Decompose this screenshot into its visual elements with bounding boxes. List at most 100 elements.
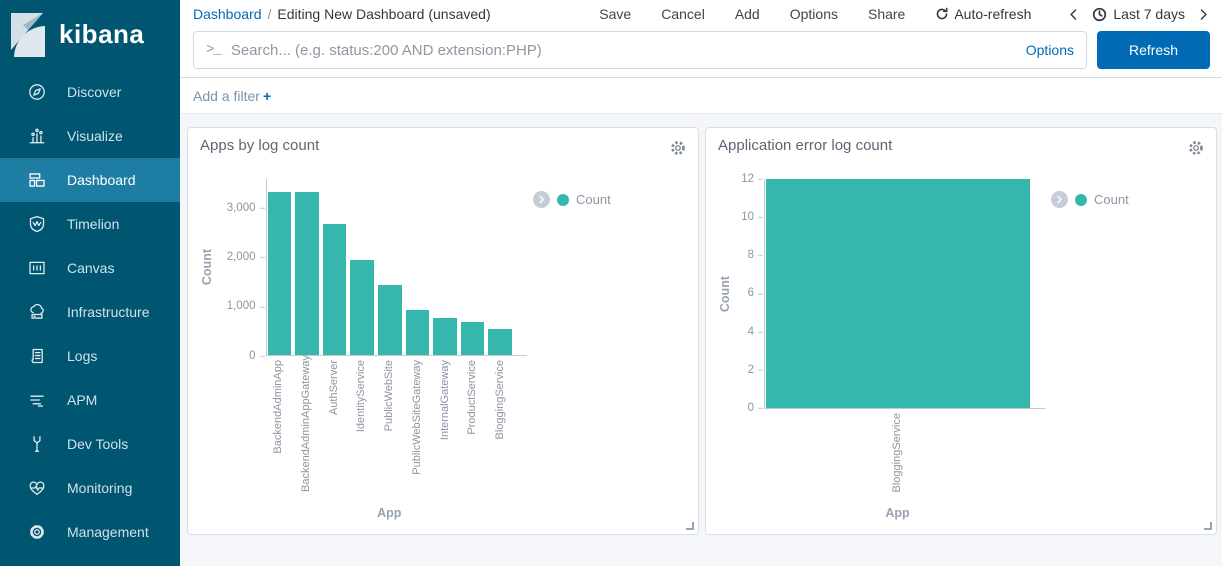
bar-ProductService[interactable] — [461, 322, 485, 355]
menu-item-options[interactable]: Options — [790, 6, 838, 22]
sidebar-item-label: Dashboard — [67, 172, 136, 188]
bar-BloggingService[interactable] — [488, 329, 512, 355]
bar-InternalGateway[interactable] — [433, 318, 457, 355]
bar-AuthServer[interactable] — [323, 224, 347, 355]
time-forward-button[interactable] — [1197, 8, 1210, 21]
panel-gear-icon[interactable] — [669, 139, 687, 157]
sidebar-item-label: Discover — [67, 84, 121, 100]
x-tick-label: PublicWebSiteGateway — [411, 360, 423, 475]
auto-refresh-label: Auto-refresh — [954, 6, 1031, 22]
sidebar-item-label: Logs — [67, 348, 97, 364]
plot-area: Count 024681012 BloggingService App — [718, 179, 1045, 524]
menu-item-add[interactable]: Add — [735, 6, 760, 22]
sidebar-item-canvas[interactable]: Canvas — [0, 246, 180, 290]
y-tick-label: 6 — [748, 288, 754, 300]
panel-gear-icon[interactable] — [1187, 139, 1205, 157]
panel-apps-by-log-count: Apps by log count Count 01,0002,0003,000… — [187, 127, 699, 535]
panel-resize-handle[interactable] — [1204, 522, 1212, 530]
bar-BloggingService[interactable] — [766, 179, 1030, 408]
query-options-link[interactable]: Options — [1026, 42, 1074, 58]
visualization: Count 01,0002,0003,000 BackendAdminAppBa… — [188, 159, 698, 534]
y-tick-label: 10 — [741, 212, 754, 224]
menu-item-share[interactable]: Share — [868, 6, 905, 22]
sidebar-item-visualize[interactable]: Visualize — [0, 114, 180, 158]
infrastructure-cloud-icon — [28, 303, 46, 321]
x-tick-cell: BackendAdminAppGateway — [294, 360, 318, 492]
legend-color-dot — [1075, 194, 1087, 206]
y-tick-label: 4 — [748, 326, 754, 338]
bar-PublicWebSite[interactable] — [378, 285, 402, 355]
panel-resize-handle[interactable] — [686, 522, 694, 530]
sidebar-item-label: Monitoring — [67, 480, 132, 496]
add-filter-label: Add a filter — [193, 88, 260, 104]
auto-refresh-button[interactable]: Auto-refresh — [935, 6, 1031, 22]
x-tick-label: InternalGateway — [439, 360, 451, 440]
panel-title: Apps by log count — [200, 137, 319, 154]
y-axis-ticks: 01,0002,0003,000 — [216, 179, 266, 356]
breadcrumb-dashboard-link[interactable]: Dashboard — [193, 6, 262, 22]
sidebar-item-timelion[interactable]: Timelion — [0, 202, 180, 246]
top-menu: Save Cancel Add Options Share Auto-refresh — [599, 6, 1210, 22]
logs-scroll-icon — [28, 347, 46, 365]
time-back-button[interactable] — [1067, 8, 1080, 21]
menu-item-cancel[interactable]: Cancel — [661, 6, 705, 22]
panel-application-error-log-count: Application error log count Count 024681… — [705, 127, 1217, 535]
sidebar-item-management[interactable]: Management — [0, 510, 180, 554]
sidebar-item-infrastructure[interactable]: Infrastructure — [0, 290, 180, 334]
sidebar-item-apm[interactable]: APM — [0, 378, 180, 422]
sidebar-item-logs[interactable]: Logs — [0, 334, 180, 378]
breadcrumb: Dashboard / Editing New Dashboard (unsav… — [193, 6, 491, 22]
menu-item-save[interactable]: Save — [599, 6, 631, 22]
breadcrumb-current: Editing New Dashboard (unsaved) — [277, 6, 490, 22]
y-tick-label: 12 — [741, 173, 754, 185]
query-bar: >_ Options Refresh — [193, 28, 1210, 77]
wrench-icon — [28, 435, 46, 453]
legend-toggle-icon[interactable] — [533, 191, 550, 208]
sidebar-item-dev-tools[interactable]: Dev Tools — [0, 422, 180, 466]
sidebar-item-monitoring[interactable]: Monitoring — [0, 466, 180, 510]
time-range-button[interactable]: Last 7 days — [1092, 6, 1185, 22]
x-tick-label: BloggingService — [494, 360, 506, 440]
search-box[interactable]: >_ Options — [193, 31, 1087, 69]
sidebar-item-discover[interactable]: Discover — [0, 70, 180, 114]
refresh-button[interactable]: Refresh — [1097, 31, 1210, 69]
heartbeat-icon — [28, 479, 46, 497]
x-tick-label: PublicWebSite — [383, 360, 395, 431]
y-tick-label: 2,000 — [227, 252, 256, 264]
legend-item-count[interactable]: Count — [1094, 192, 1129, 207]
x-tick-cell: IdentityService — [350, 360, 374, 492]
search-input[interactable] — [231, 42, 1016, 59]
toolbar-row: Dashboard / Editing New Dashboard (unsav… — [193, 0, 1210, 28]
menu-items: Save Cancel Add Options Share — [599, 6, 905, 22]
bar-PublicWebSiteGateway[interactable] — [406, 310, 430, 355]
plot — [764, 179, 1045, 409]
x-tick-cell: BackendAdminApp — [267, 360, 291, 492]
app-root: kibana Discover Visualize Dashboard Timelio… — [0, 0, 1222, 566]
bar-BackendAdminAppGateway[interactable] — [295, 192, 319, 355]
add-filter-button[interactable]: Add a filter+ — [193, 88, 271, 104]
x-tick-label: BloggingService — [891, 413, 903, 493]
legend-item-count[interactable]: Count — [576, 192, 611, 207]
y-axis-title: Count — [200, 249, 216, 285]
sidebar-item-label: Timelion — [67, 216, 119, 232]
time-range-label: Last 7 days — [1113, 6, 1185, 22]
clock-icon — [1092, 7, 1107, 22]
x-axis-title: App — [764, 506, 1031, 520]
sidebar-item-dashboard[interactable]: Dashboard — [0, 158, 180, 202]
y-tick-label: 8 — [748, 250, 754, 262]
kibana-logo-icon — [10, 12, 46, 58]
time-picker: Last 7 days — [1067, 6, 1210, 22]
bar-IdentityService[interactable] — [350, 260, 374, 355]
panel-header: Application error log count — [706, 128, 1216, 159]
apm-lines-icon — [28, 391, 46, 409]
filter-bar: Add a filter+ — [180, 78, 1222, 114]
bar-BackendAdminApp[interactable] — [268, 192, 292, 355]
breadcrumb-separator: / — [268, 6, 272, 22]
timelion-shield-icon — [28, 215, 46, 233]
bars — [267, 179, 514, 355]
plot — [266, 179, 528, 356]
legend-toggle-icon[interactable] — [1051, 191, 1068, 208]
visualization: Count 024681012 BloggingService App — [706, 159, 1216, 534]
kibana-logo[interactable]: kibana — [0, 0, 180, 70]
dashboard-grid: Apps by log count Count 01,0002,0003,000… — [180, 114, 1222, 566]
